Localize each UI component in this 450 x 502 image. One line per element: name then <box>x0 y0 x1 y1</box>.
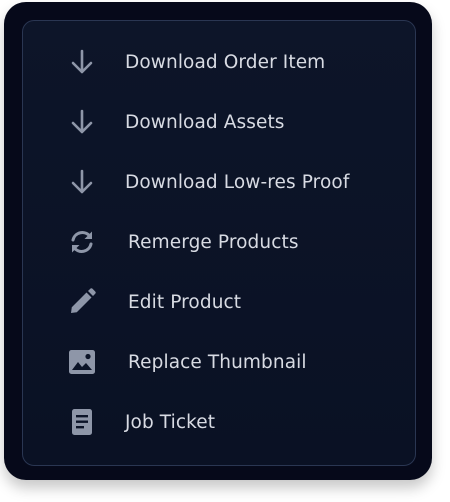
arrow-down-icon <box>67 47 97 77</box>
menu-item-label: Job Ticket <box>125 411 216 433</box>
document-icon <box>67 407 97 437</box>
menu-item-label: Edit Product <box>128 291 242 313</box>
window-frame: Download Order Item Download Assets Down… <box>4 2 432 480</box>
pencil-icon <box>67 287 97 317</box>
menu-item-label: Download Assets <box>125 111 285 133</box>
menu-item-label: Download Low-res Proof <box>125 171 350 193</box>
menu-item-label: Remerge Products <box>128 231 299 253</box>
menu-item-download-low-res-proof[interactable]: Download Low-res Proof <box>23 156 417 208</box>
menu-item-replace-thumbnail[interactable]: Replace Thumbnail <box>23 336 417 388</box>
menu-item-label: Download Order Item <box>125 51 326 73</box>
menu-item-label: Replace Thumbnail <box>128 351 307 373</box>
menu-item-download-assets[interactable]: Download Assets <box>23 96 417 148</box>
refresh-icon <box>67 227 97 257</box>
menu-item-job-ticket[interactable]: Job Ticket <box>23 396 417 448</box>
image-icon <box>67 347 97 377</box>
menu-item-remerge-products[interactable]: Remerge Products <box>23 216 417 268</box>
actions-menu: Download Order Item Download Assets Down… <box>22 20 416 466</box>
menu-item-edit-product[interactable]: Edit Product <box>23 276 417 328</box>
arrow-down-icon <box>67 107 97 137</box>
arrow-down-icon <box>67 167 97 197</box>
menu-item-download-order-item[interactable]: Download Order Item <box>23 36 417 88</box>
